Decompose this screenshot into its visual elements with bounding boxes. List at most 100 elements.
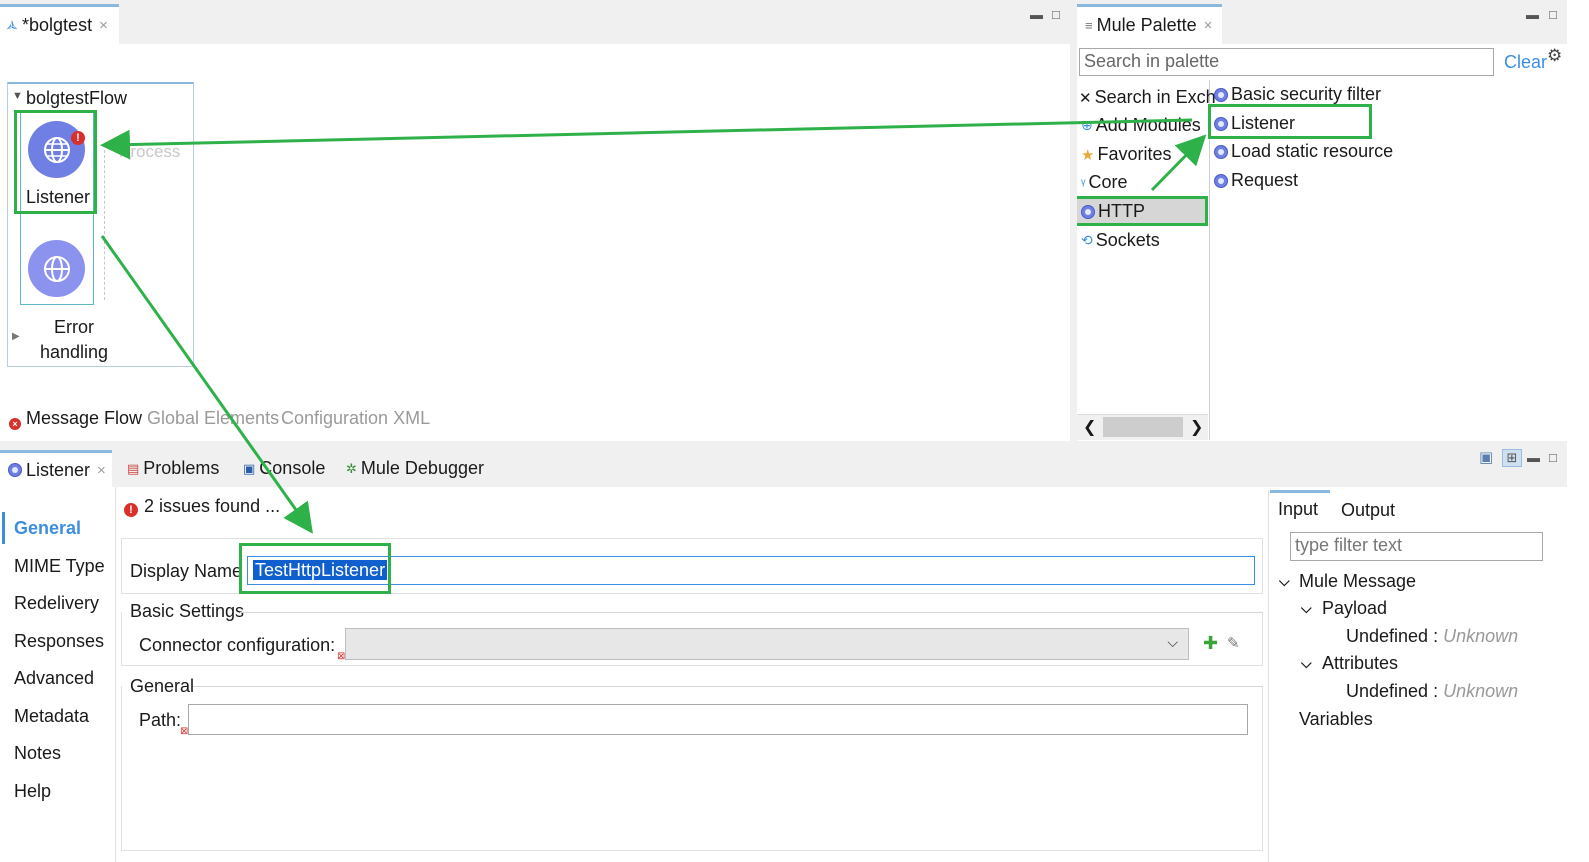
palette-tab-label: Mule Palette [1096, 15, 1197, 35]
category-add-modules[interactable]: ⊕ Add Modules [1081, 115, 1201, 136]
category-favorites[interactable]: ★ Favorites [1081, 144, 1171, 165]
nav-responses[interactable]: Responses [14, 631, 104, 652]
operation-label: Request [1231, 170, 1299, 190]
tree-payload[interactable]: Payload [1322, 598, 1387, 619]
tab-console[interactable]: ▣ Console [243, 458, 325, 479]
tab-label: Mule Debugger [360, 458, 484, 478]
minimize-icon[interactable]: ▬ [1030, 8, 1043, 21]
scroll-right-icon[interactable]: ❯ [1190, 417, 1203, 437]
tab-label: Output [1341, 500, 1396, 520]
globe-icon [43, 255, 70, 282]
operation-load-static-resource[interactable]: Load static resource [1214, 141, 1393, 162]
chevron-down-icon[interactable]: ⌵ [1301, 600, 1312, 617]
debugger-icon: ✲ [346, 460, 357, 476]
add-config-icon[interactable]: ✚ [1203, 633, 1218, 654]
tab-listener-properties[interactable]: Listener × [0, 450, 112, 487]
nav-general[interactable]: General [14, 518, 81, 539]
http-operation-icon [8, 463, 22, 477]
tab-label: Console [259, 458, 326, 478]
category-search-exchange[interactable]: ✕ Search in Exch [1079, 87, 1216, 108]
editor-tab[interactable]: 🟃 *bolgtest × [0, 4, 119, 44]
tab-input[interactable]: Input [1270, 490, 1330, 526]
tree-attributes[interactable]: Attributes [1322, 653, 1398, 674]
metadata-filter-input[interactable]: type filter text [1290, 532, 1543, 561]
add-icon: ⊕ [1081, 117, 1093, 133]
flow-divider [104, 150, 105, 300]
category-label: Search in Exch [1094, 87, 1216, 107]
tab-configuration-xml[interactable]: Configuration XML [281, 408, 430, 429]
nav-notes[interactable]: Notes [14, 743, 61, 764]
issues-text[interactable]: 2 issues found ... [144, 496, 280, 517]
clear-link[interactable]: Clear [1504, 52, 1547, 73]
category-label: Core [1088, 172, 1128, 192]
close-icon[interactable]: × [99, 17, 108, 34]
http-operation-icon [1214, 144, 1228, 159]
operation-label: Load static resource [1231, 141, 1394, 161]
scroll-thumb[interactable] [1103, 417, 1183, 437]
properties-tab-bar [0, 441, 1567, 487]
editor-error-icon: × [9, 411, 21, 432]
tree-view-icon[interactable]: ⊞ [1502, 449, 1522, 467]
tab-output[interactable]: Output [1341, 500, 1395, 521]
tab-global-elements[interactable]: Global Elements [147, 408, 279, 429]
chevron-down-icon[interactable]: ⌵ [1279, 573, 1290, 590]
nav-metadata[interactable]: Metadata [14, 706, 89, 727]
maximize-icon[interactable]: □ [1549, 451, 1557, 464]
operation-label: Basic security filter [1231, 84, 1382, 104]
edit-config-icon[interactable]: ✎ [1227, 634, 1240, 652]
connector-config-select[interactable]: ⌵ [345, 628, 1189, 660]
category-label: Favorites [1097, 144, 1172, 164]
palette-tab[interactable]: ≡ Mule Palette × [1077, 4, 1222, 44]
close-icon[interactable]: × [97, 462, 106, 479]
display-name-label: Display Name [130, 561, 243, 581]
exchange-icon: ✕ [1079, 89, 1092, 107]
expand-icon[interactable]: ▶ [12, 331, 20, 342]
error-handler-icon[interactable] [28, 240, 85, 297]
tree-variables[interactable]: Variables [1299, 709, 1373, 730]
close-icon[interactable]: × [1204, 17, 1213, 34]
star-icon: ★ [1081, 146, 1095, 164]
process-label: Process [119, 142, 181, 161]
path-input[interactable] [188, 704, 1248, 735]
minimize-icon[interactable]: ▬ [1527, 451, 1540, 464]
general-rule [193, 686, 1263, 687]
maximize-icon[interactable]: □ [1549, 8, 1557, 21]
category-label: Add Modules [1095, 115, 1201, 135]
save-icon[interactable]: ▣ [1479, 450, 1493, 465]
palette-icon: ≡ [1085, 18, 1093, 33]
tab-message-flow[interactable]: Message Flow [26, 408, 142, 429]
payload-value-type: Unknown [1443, 626, 1519, 646]
nav-redelivery[interactable]: Redelivery [14, 593, 99, 614]
display-name-highlight-frame [239, 543, 391, 594]
tab-mule-debugger[interactable]: ✲ Mule Debugger [346, 458, 484, 479]
scroll-left-icon[interactable]: ❮ [1083, 417, 1096, 437]
palette-listener-highlight-frame [1208, 104, 1372, 139]
basic-settings-rule [240, 612, 1263, 613]
mule-icon: 🟃 [6, 16, 19, 34]
palette-scrollbar[interactable]: ❮ ❯ [1077, 414, 1208, 440]
tree-mule-message[interactable]: Mule Message [1299, 571, 1416, 592]
tree-payload-value: Undefined : Unknown [1346, 626, 1518, 647]
pane-sash[interactable] [1070, 0, 1077, 441]
operation-basic-security-filter[interactable]: Basic security filter [1214, 84, 1381, 105]
category-sockets[interactable]: ⟲ Sockets [1081, 230, 1160, 251]
display-name-field[interactable]: TestHttpListener [247, 556, 1255, 585]
operation-request[interactable]: Request [1214, 170, 1298, 191]
category-core[interactable]: ᵞ Core [1081, 172, 1128, 193]
palette-search-input[interactable]: Search in palette [1079, 48, 1494, 76]
collapse-icon[interactable]: ▼ [12, 90, 23, 102]
error-handling-label: Error handling [40, 315, 108, 365]
nav-mime-type[interactable]: MIME Type [14, 556, 105, 577]
tab-problems[interactable]: ▤ Problems [127, 458, 219, 479]
maximize-icon[interactable]: □ [1052, 8, 1060, 21]
tree-attributes-value: Undefined : Unknown [1346, 681, 1518, 702]
payload-value-key: Undefined : [1346, 626, 1439, 646]
nav-help[interactable]: Help [14, 781, 51, 802]
minimize-icon[interactable]: ▬ [1526, 8, 1539, 21]
nav-advanced[interactable]: Advanced [14, 668, 94, 689]
mule-icon: ᵞ [1081, 174, 1086, 191]
attributes-value-type: Unknown [1443, 681, 1519, 701]
tab-label: Listener [26, 459, 91, 480]
chevron-down-icon[interactable]: ⌵ [1301, 655, 1312, 672]
gear-icon[interactable]: ⚙ [1547, 46, 1562, 66]
